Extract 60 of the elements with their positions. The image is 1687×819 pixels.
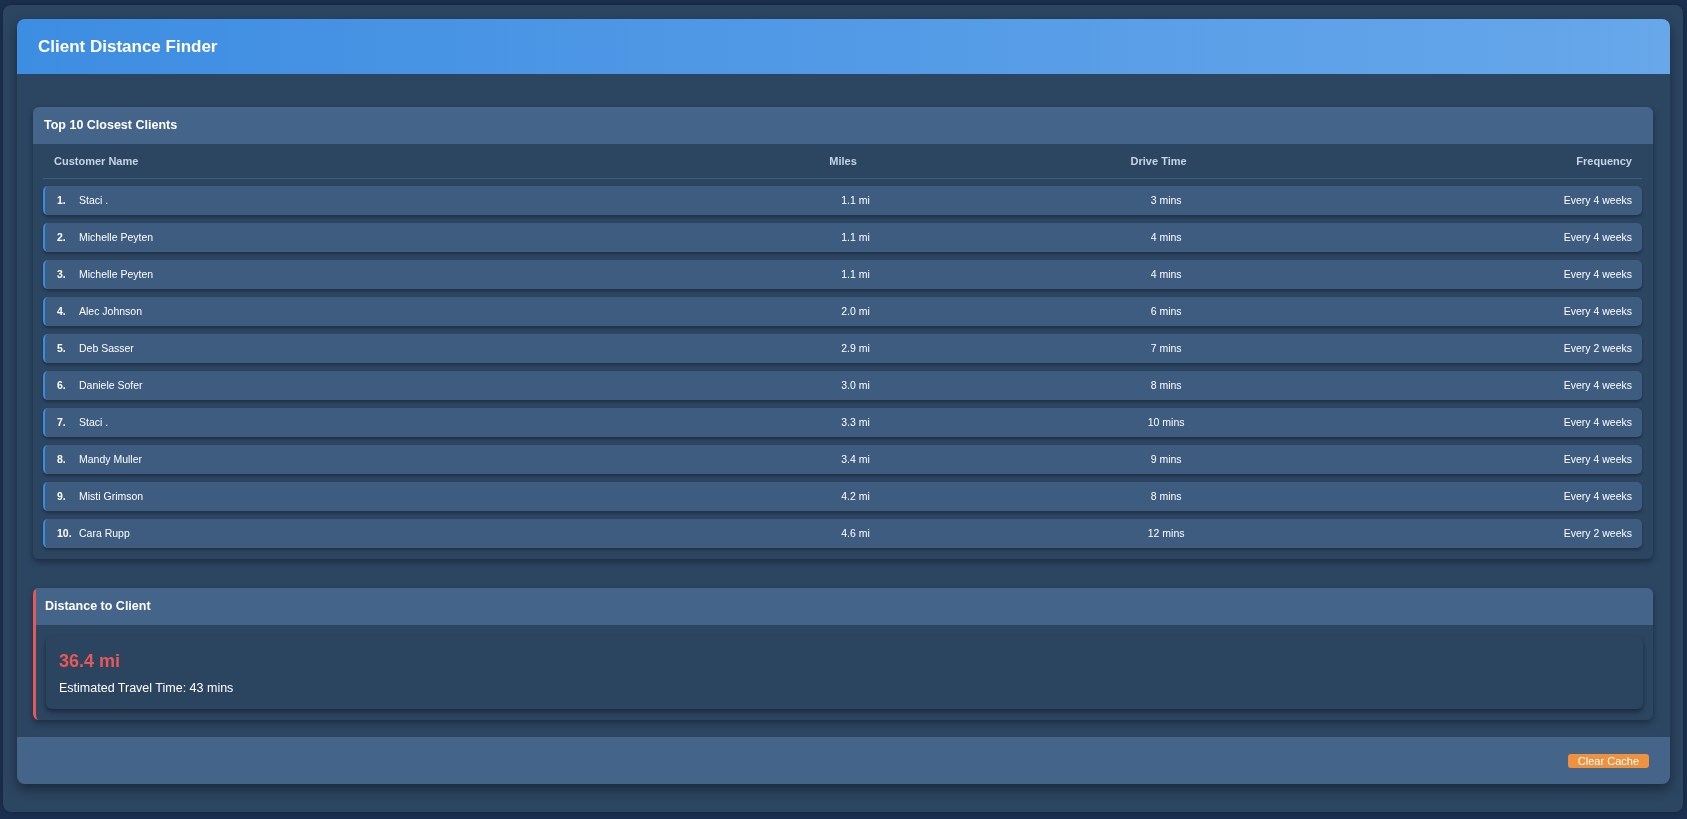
drive-time-cell-text: 3 mins bbox=[1150, 192, 1182, 208]
distance-cell-text: 2.9 mi bbox=[841, 340, 870, 356]
rank-number: 4. bbox=[57, 303, 67, 319]
distance-cell-text: 4.2 mi bbox=[841, 488, 870, 504]
client-name: Cara Rupp bbox=[79, 525, 130, 541]
rank-number: 2. bbox=[57, 229, 67, 245]
client-name: Mandy Muller bbox=[79, 451, 143, 467]
column-header: Drive Time bbox=[1130, 153, 1187, 169]
distance-cell-text: 3.4 mi bbox=[841, 451, 870, 467]
rank-number: 10. bbox=[57, 525, 73, 541]
drive-time-cell-text: 12 mins bbox=[1147, 525, 1185, 541]
frequency-cell-text: Every 2 weeks bbox=[1563, 525, 1632, 541]
frequency-cell-text: Every 4 weeks bbox=[1563, 414, 1632, 430]
client-name: Staci . bbox=[79, 192, 109, 208]
distance-cell-text: 1.1 mi bbox=[841, 192, 870, 208]
app-title: Client Distance Finder bbox=[38, 35, 218, 58]
drive-time-cell-text: 8 mins bbox=[1150, 377, 1182, 393]
card-title: Distance to Client bbox=[45, 598, 151, 616]
drive-time-cell-text: 9 mins bbox=[1150, 451, 1182, 467]
distance-cell-text: 4.6 mi bbox=[841, 525, 870, 541]
frequency-cell-text: Every 4 weeks bbox=[1563, 303, 1632, 319]
distance-cell-text: 1.1 mi bbox=[841, 266, 870, 282]
client-name: Staci . bbox=[79, 414, 109, 430]
rank-number: 1. bbox=[57, 192, 67, 208]
client-name: Alec Johnson bbox=[79, 303, 143, 319]
client-name: Michelle Peyten bbox=[79, 229, 154, 245]
distance-cell-text: 2.0 mi bbox=[841, 303, 870, 319]
frequency-cell-text: Every 4 weeks bbox=[1563, 488, 1632, 504]
drive-time-cell-text: 7 mins bbox=[1150, 340, 1182, 356]
rank-number: 9. bbox=[57, 488, 67, 504]
frequency-cell-text: Every 2 weeks bbox=[1563, 340, 1632, 356]
rank-number: 6. bbox=[57, 377, 67, 393]
drive-time-cell-text: 4 mins bbox=[1150, 229, 1182, 245]
rank-number: 3. bbox=[57, 266, 67, 282]
drive-time-cell-text: 4 mins bbox=[1150, 266, 1182, 282]
column-header: Miles bbox=[829, 153, 857, 169]
travel-time-text: Estimated Travel Time: 43 mins bbox=[59, 680, 234, 696]
drive-time-cell-text: 10 mins bbox=[1147, 414, 1185, 430]
distance-cell-text: 1.1 mi bbox=[841, 229, 870, 245]
column-header: Frequency bbox=[1576, 153, 1632, 169]
client-name: Daniele Sofer bbox=[79, 377, 143, 393]
client-name: Michelle Peyten bbox=[79, 266, 154, 282]
client-name: Deb Sasser bbox=[79, 340, 134, 356]
frequency-cell-text: Every 4 weeks bbox=[1563, 451, 1632, 467]
distance-cell-text: 3.0 mi bbox=[841, 377, 870, 393]
rank-number: 7. bbox=[57, 414, 67, 430]
distance-value: 36.4 mi bbox=[59, 650, 121, 672]
drive-time-cell-text: 8 mins bbox=[1150, 488, 1182, 504]
rank-number: 5. bbox=[57, 340, 67, 356]
frequency-cell-text: Every 4 weeks bbox=[1563, 266, 1632, 282]
rank-number: 8. bbox=[57, 451, 67, 467]
column-header: Customer Name bbox=[54, 153, 139, 169]
frequency-cell-text: Every 4 weeks bbox=[1563, 192, 1632, 208]
client-name: Misti Grimson bbox=[79, 488, 144, 504]
drive-time-cell-text: 6 mins bbox=[1150, 303, 1182, 319]
clear-cache-button[interactable]: Clear Cache bbox=[1567, 753, 1649, 768]
card-title: Top 10 Closest Clients bbox=[44, 117, 178, 135]
frequency-cell-text: Every 4 weeks bbox=[1563, 229, 1632, 245]
distance-cell-text: 3.3 mi bbox=[841, 414, 870, 430]
frequency-cell-text: Every 4 weeks bbox=[1563, 377, 1632, 393]
